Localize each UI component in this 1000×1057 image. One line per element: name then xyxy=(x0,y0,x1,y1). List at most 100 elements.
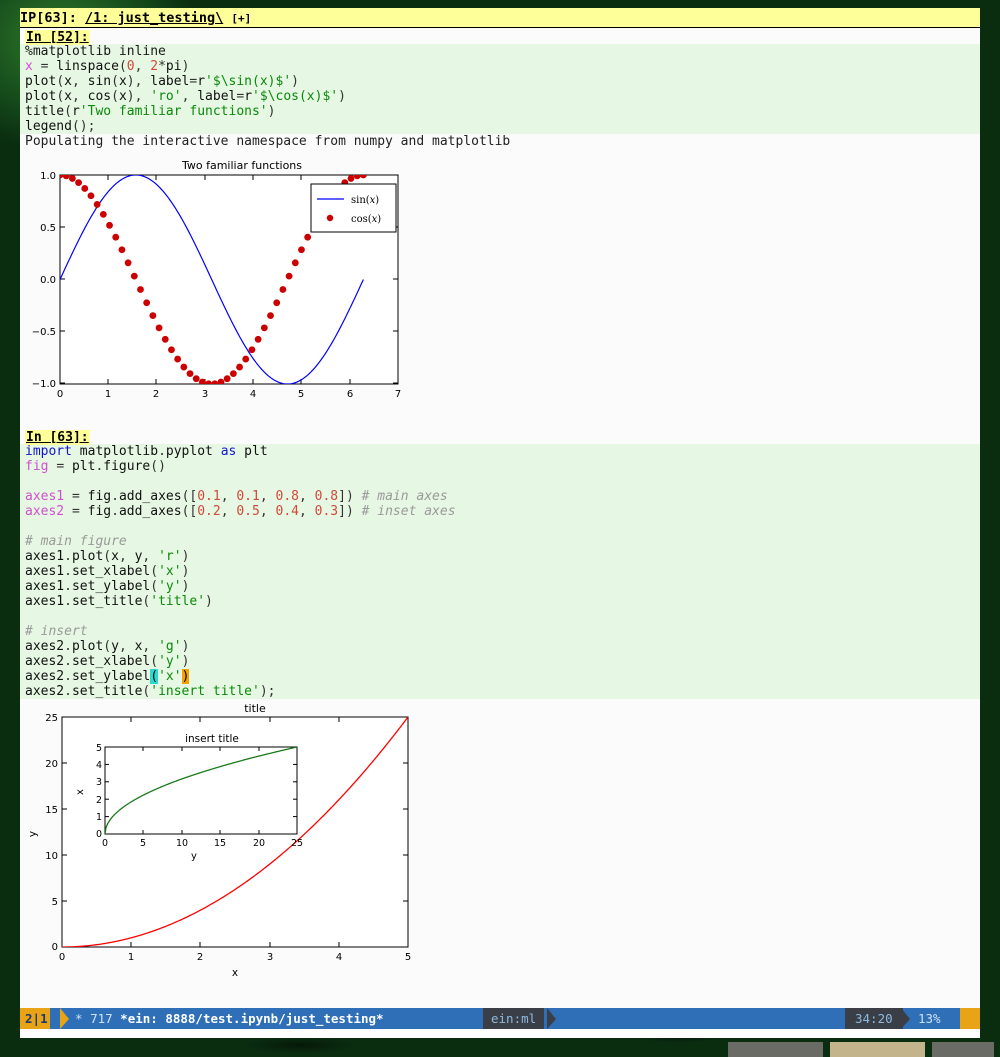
inset-xtick: 15 xyxy=(214,838,226,849)
notebook-buffer[interactable]: In [52]: %matplotlib inline x = linspace… xyxy=(20,28,980,1008)
chart1-legend: sin(𝑥) cos(𝑥) xyxy=(311,184,396,232)
figure-two-familiar-functions: Two familiar functions 1.0 0.5 0.0 −0.5 … xyxy=(20,149,430,414)
chart2-xtick: 3 xyxy=(267,952,273,963)
modeline-arrow-3 xyxy=(547,1008,556,1029)
inset-ytick: 2 xyxy=(96,795,102,806)
header-notebook-name: /1: just_testing\ xyxy=(85,10,223,26)
buffer-id-segment[interactable]: * 717 *ein: 8888/test.ipynb/just_testing… xyxy=(69,1008,390,1029)
code-line: axes2.set_title('insert title'); xyxy=(20,684,980,699)
header-add-cell-button[interactable]: [+] xyxy=(231,12,251,25)
code-line: axes1 = fig.add_axes([0.1, 0.1, 0.8, 0.8… xyxy=(20,489,980,504)
cell-2-source[interactable]: import matplotlib.pyplot as plt fig = pl… xyxy=(20,444,980,699)
code-line xyxy=(20,519,980,534)
code-line: axes1.set_ylabel('y') xyxy=(20,579,980,594)
inset-ylabel: x xyxy=(75,789,86,795)
chart2-ytick: 5 xyxy=(52,897,58,908)
modeline-end-cap xyxy=(960,1008,980,1029)
code-line: plot(x, cos(x), 'ro', label=r'$\cos(x)$'… xyxy=(20,89,980,104)
modeline-arrow-5 xyxy=(901,1008,910,1029)
chart2-xtick: 4 xyxy=(336,952,342,963)
chart1-legend-label: sin(𝑥) xyxy=(351,195,379,206)
inset-xlabel: y xyxy=(191,851,197,862)
buffer-name: *ein: 8888/test.ipynb/just_testing* xyxy=(120,1011,383,1026)
cell-1-input-prompt[interactable]: In [52]: xyxy=(25,30,90,45)
inset-xtick: 10 xyxy=(176,838,188,849)
text-cursor: ) xyxy=(182,669,190,684)
window-number-badge[interactable]: 2|1 xyxy=(20,1008,50,1029)
chart2-title: title xyxy=(244,702,266,715)
inset-ytick: 4 xyxy=(96,760,102,771)
chart1-ytick: 1.0 xyxy=(40,171,56,182)
modeline-arrow-4 xyxy=(836,1008,845,1029)
code-line: plot(x, sin(x), label=r'$\sin(x)$') xyxy=(20,74,980,89)
chart1-xtick: 5 xyxy=(298,389,304,400)
inset-ytick: 1 xyxy=(96,812,102,823)
chart1-xtick: 3 xyxy=(202,389,208,400)
code-line xyxy=(20,474,980,489)
inset-xtick: 0 xyxy=(102,838,108,849)
cell-1-source[interactable]: %matplotlib inline x = linspace(0, 2*pi)… xyxy=(20,44,980,134)
code-line: fig = plt.figure() xyxy=(20,459,980,474)
chart2-xtick: 0 xyxy=(59,952,65,963)
paren-match-highlight: ( xyxy=(150,669,158,684)
chart2-ytick: 0 xyxy=(52,942,58,953)
modeline-filler xyxy=(556,1008,836,1029)
inset-ytick: 5 xyxy=(96,743,102,754)
code-line: # insert xyxy=(20,624,980,639)
code-line xyxy=(20,609,980,624)
chart2-xtick: 5 xyxy=(405,952,411,963)
cell-1-prompt-row: In [52]: xyxy=(20,28,980,44)
inset-xtick: 25 xyxy=(291,838,303,849)
emacs-frame: IP[63]: /1: just_testing\ [+] In [52]: %… xyxy=(20,8,980,1038)
taskbar-item-active[interactable] xyxy=(830,1042,925,1057)
chart1-xtick: 7 xyxy=(395,389,401,400)
chart2-ytick: 15 xyxy=(45,805,58,816)
chart1-xtick: 0 xyxy=(57,389,63,400)
cell-2-input-prompt[interactable]: In [63]: xyxy=(25,430,90,445)
code-line: axes2.set_xlabel('y') xyxy=(20,654,980,669)
chart1-ytick: −1.0 xyxy=(32,379,56,390)
chart1-xtick: 4 xyxy=(250,389,256,400)
code-line: title(r'Two familiar functions') xyxy=(20,104,980,119)
cell-1-text-output: Populating the interactive namespace fro… xyxy=(20,134,980,149)
code-line: axes1.plot(x, y, 'r') xyxy=(20,549,980,564)
code-line[interactable]: axes2.set_ylabel('x') xyxy=(20,669,980,684)
taskbar-item[interactable] xyxy=(728,1042,823,1057)
chart1-title: Two familiar functions xyxy=(181,159,302,172)
modeline-arrow-1 xyxy=(60,1008,69,1029)
notebook-header-line[interactable]: IP[63]: /1: just_testing\ [+] xyxy=(20,8,980,28)
chart2-xtick: 1 xyxy=(128,952,134,963)
minibuffer[interactable] xyxy=(20,1029,980,1038)
code-line: x = linspace(0, 2*pi) xyxy=(20,59,980,74)
header-prefix: IP[63]: xyxy=(20,10,85,26)
inset-xtick: 5 xyxy=(140,838,146,849)
cell-2-prompt-row: In [63]: xyxy=(20,428,980,444)
figure-title-with-inset: title 25 20 15 10 5 0 xyxy=(20,699,440,982)
clock-segment[interactable]: 34:20 xyxy=(845,1008,903,1029)
chart2-ylabel: y xyxy=(27,831,39,837)
code-line: axes2 = fig.add_axes([0.2, 0.5, 0.4, 0.3… xyxy=(20,504,980,519)
modified-marker: * xyxy=(75,1011,83,1026)
code-line: legend(); xyxy=(20,119,980,134)
code-line: axes2.plot(y, x, 'g') xyxy=(20,639,980,654)
cell-2-figure-output: title 25 20 15 10 5 0 xyxy=(20,699,980,982)
chart2-ytick: 10 xyxy=(45,851,58,862)
inset-title: insert title xyxy=(185,733,239,745)
chart1-xtick: 6 xyxy=(347,389,353,400)
cell-spacer xyxy=(20,414,980,428)
chart2-xlabel: x xyxy=(232,967,238,979)
chart1-ytick: 0.5 xyxy=(40,223,56,234)
major-mode-segment[interactable]: ein:ml xyxy=(483,1008,544,1029)
chart2-ytick: 25 xyxy=(45,713,58,724)
line-count: 717 xyxy=(90,1011,113,1026)
chart1-ytick: 0.0 xyxy=(40,275,56,286)
chart1-xtick: 1 xyxy=(105,389,111,400)
inset-ytick: 3 xyxy=(96,777,102,788)
cell-1-figure-output: Two familiar functions 1.0 0.5 0.0 −0.5 … xyxy=(20,149,980,414)
mode-line[interactable]: 2|1 * 717 *ein: 8888/test.ipynb/just_tes… xyxy=(20,1008,980,1029)
modeline-arrow-2 xyxy=(474,1008,483,1029)
taskbar[interactable] xyxy=(0,1042,1000,1057)
taskbar-item[interactable] xyxy=(932,1042,994,1057)
inset-xtick: 20 xyxy=(253,838,265,849)
battery-segment[interactable]: 13% xyxy=(910,1008,949,1029)
